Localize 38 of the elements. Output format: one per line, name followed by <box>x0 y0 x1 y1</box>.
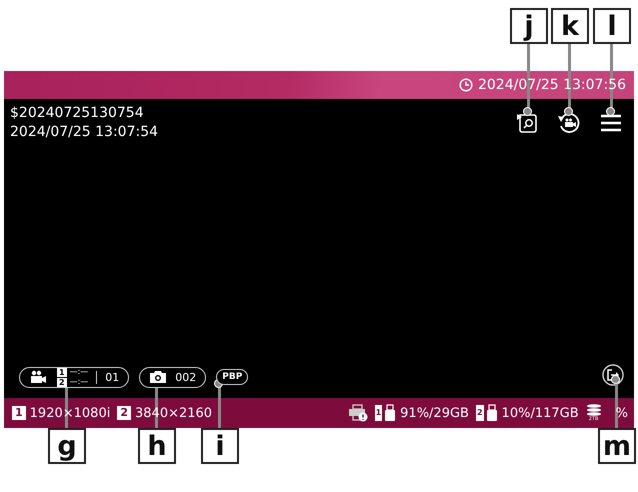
storage-usage: 91%/29GB <box>400 406 469 420</box>
slot-time: —:— <box>70 378 88 386</box>
callout-label: j <box>510 8 548 44</box>
slot-number: 1 <box>57 368 67 376</box>
drive-usage: % <box>616 406 628 420</box>
callout-label: k <box>551 8 589 44</box>
database-icon <box>586 404 602 416</box>
slot-time: —:— <box>70 368 88 376</box>
input-number: 2 <box>117 406 131 420</box>
callout-label: g <box>48 428 86 464</box>
video-camera-icon <box>29 370 49 384</box>
clock-time: 2024/07/25 13:07:56 <box>478 77 626 93</box>
callout-label: l <box>593 8 631 44</box>
recording-status[interactable]: 1 —:— 2 —:— 01 <box>19 366 130 388</box>
replay-camera-icon[interactable] <box>557 112 581 134</box>
file-name: $20240725130754 <box>10 104 145 123</box>
photo-count: 002 <box>175 370 196 384</box>
clock-icon <box>458 78 473 92</box>
search-icon[interactable] <box>516 112 538 134</box>
storage-number: 1 <box>374 405 382 421</box>
slot-number: 2 <box>57 378 67 386</box>
storage-number: 2 <box>476 405 484 421</box>
pbp-button[interactable]: PBP <box>216 369 248 385</box>
usb-drive-icon <box>486 404 498 422</box>
callout-label: h <box>138 428 176 464</box>
storage-usage: 10%/117GB <box>502 406 579 420</box>
camera-icon <box>149 370 168 384</box>
input-resolution: 1920×1080i <box>30 406 110 420</box>
recording-count: 01 <box>105 370 120 384</box>
input-number: 1 <box>12 406 26 420</box>
menu-icon[interactable] <box>600 113 622 133</box>
photo-status[interactable]: 002 <box>139 366 206 388</box>
printer-alert-icon <box>348 404 368 422</box>
callout-label: i <box>201 428 239 464</box>
file-datetime: 2024/07/25 13:07:54 <box>10 123 158 142</box>
input-resolution: 3840×2160 <box>135 406 212 420</box>
usb-drive-icon <box>384 404 396 422</box>
callout-label: m <box>598 428 636 464</box>
